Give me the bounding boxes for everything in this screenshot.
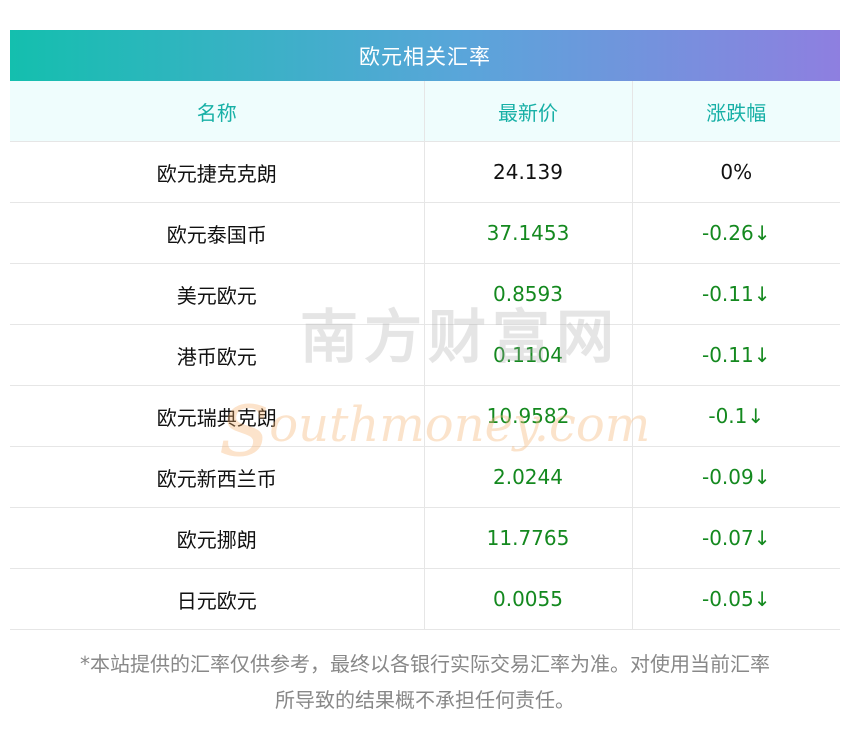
rate-change: -0.07↓ [631, 507, 840, 569]
column-header-price: 最新价 [423, 81, 632, 142]
rate-price: 24.139 [423, 141, 632, 203]
table-row: 日元欧元 0.0055 -0.05↓ [10, 568, 840, 630]
rate-change: -0.1↓ [631, 385, 840, 447]
table-row: 欧元瑞典克朗 10.9582 -0.1↓ [10, 385, 840, 447]
rate-name: 日元欧元 [10, 568, 424, 630]
rate-table: 名称 最新价 涨跌幅 欧元捷克克朗 24.139 0% 欧元泰国币 37.145… [10, 81, 840, 630]
disclaimer-line-1: *本站提供的汇率仅供参考，最终以各银行实际交易汇率为准。对使用当前汇率 [80, 652, 770, 676]
table-row: 港币欧元 0.1104 -0.11↓ [10, 324, 840, 386]
rate-change: -0.05↓ [631, 568, 840, 630]
rate-change: -0.26↓ [631, 202, 840, 264]
rate-name: 欧元挪朗 [10, 507, 424, 569]
rate-change: 0% [631, 141, 840, 203]
rate-name: 欧元泰国币 [10, 202, 424, 264]
column-header-name: 名称 [10, 81, 424, 142]
table-row: 欧元挪朗 11.7765 -0.07↓ [10, 507, 840, 569]
rate-price: 11.7765 [423, 507, 632, 569]
rate-change: -0.11↓ [631, 324, 840, 386]
rate-name: 美元欧元 [10, 263, 424, 325]
rate-price: 10.9582 [423, 385, 632, 447]
rate-price: 2.0244 [423, 446, 632, 508]
disclaimer-note: *本站提供的汇率仅供参考，最终以各银行实际交易汇率为准。对使用当前汇率 所导致的… [10, 646, 840, 718]
table-header-row: 名称 最新价 涨跌幅 [10, 81, 840, 142]
column-header-change: 涨跌幅 [631, 81, 840, 142]
table-row: 欧元新西兰币 2.0244 -0.09↓ [10, 446, 840, 508]
table-title: 欧元相关汇率 [10, 30, 840, 81]
rate-name: 欧元瑞典克朗 [10, 385, 424, 447]
rate-name: 欧元新西兰币 [10, 446, 424, 508]
rate-price: 37.1453 [423, 202, 632, 264]
rate-name: 港币欧元 [10, 324, 424, 386]
table-row: 欧元捷克克朗 24.139 0% [10, 141, 840, 203]
disclaimer-line-2: 所导致的结果概不承担任何责任。 [275, 688, 575, 712]
table-row: 欧元泰国币 37.1453 -0.26↓ [10, 202, 840, 264]
rate-name: 欧元捷克克朗 [10, 141, 424, 203]
table-row: 美元欧元 0.8593 -0.11↓ [10, 263, 840, 325]
rate-price: 0.0055 [423, 568, 632, 630]
rate-change: -0.09↓ [631, 446, 840, 508]
rate-price: 0.1104 [423, 324, 632, 386]
rate-change: -0.11↓ [631, 263, 840, 325]
rate-card: 欧元相关汇率 名称 最新价 涨跌幅 欧元捷克克朗 24.139 0% 欧元泰国币… [10, 30, 840, 630]
rate-price: 0.8593 [423, 263, 632, 325]
